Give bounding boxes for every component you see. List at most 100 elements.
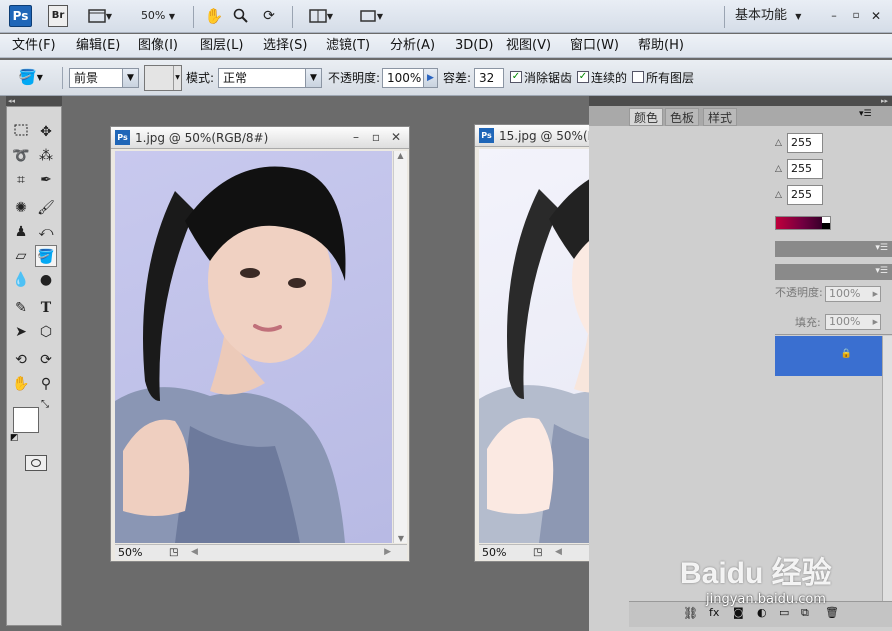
- lasso-tool-icon[interactable]: ➰: [10, 145, 32, 167]
- document-canvas[interactable]: [115, 151, 392, 543]
- scroll-left-icon[interactable]: ◀: [191, 545, 198, 560]
- layer-fill-input[interactable]: 100% ▶: [825, 314, 881, 330]
- menu-view[interactable]: 视图(V): [506, 37, 551, 55]
- zoom-tool-icon[interactable]: [230, 5, 252, 27]
- crop-tool-icon[interactable]: ⌗: [10, 169, 32, 191]
- healing-brush-tool-icon[interactable]: ✺: [10, 197, 32, 219]
- status-menu-icon[interactable]: ◳: [169, 545, 178, 560]
- shape-tool-icon[interactable]: ⬡: [35, 321, 57, 343]
- menu-image[interactable]: 图像(I): [138, 37, 178, 55]
- bridge-button[interactable]: Br: [48, 5, 68, 27]
- close-app-button[interactable]: ✕: [868, 5, 884, 27]
- menu-analysis[interactable]: 分析(A): [390, 37, 435, 55]
- eyedropper-tool-icon[interactable]: ✒: [35, 169, 57, 191]
- maximize-icon[interactable]: ▫: [369, 131, 383, 145]
- layer-style-icon[interactable]: fx: [709, 606, 719, 619]
- screen-mode-button[interactable]: ▼: [352, 5, 390, 27]
- menu-filter[interactable]: 滤镜(T): [326, 37, 370, 55]
- red-value-input[interactable]: 255: [787, 133, 823, 153]
- path-selection-tool-icon[interactable]: ➤: [10, 321, 32, 343]
- scroll-down-icon[interactable]: ▼: [394, 534, 408, 543]
- color-ramp[interactable]: [775, 216, 831, 230]
- marquee-tool-icon[interactable]: [10, 121, 32, 143]
- portrait-photo: [115, 166, 346, 543]
- zoom-level-dropdown[interactable]: 50% ▼: [132, 5, 184, 27]
- delete-layer-icon[interactable]: 🗑: [825, 606, 839, 619]
- rotate-view-icon[interactable]: ⟳: [258, 5, 280, 27]
- minimize-icon[interactable]: –: [349, 131, 363, 145]
- swap-colors-icon[interactable]: ⤡: [41, 399, 49, 410]
- panel-menu-icon[interactable]: ▾☰: [875, 266, 888, 276]
- panel-collapse[interactable]: ▸▸: [589, 96, 892, 106]
- type-tool-icon[interactable]: T: [35, 297, 57, 319]
- menu-help[interactable]: 帮助(H): [638, 37, 684, 55]
- status-menu-icon[interactable]: ◳: [533, 545, 542, 560]
- foreground-color-swatch[interactable]: [13, 407, 39, 433]
- blur-tool-icon[interactable]: 💧: [10, 269, 32, 291]
- tab-swatches[interactable]: 色板: [665, 108, 700, 126]
- scroll-right-icon[interactable]: ▶: [384, 545, 391, 560]
- menu-window[interactable]: 窗口(W): [570, 37, 619, 55]
- hand-tool-icon[interactable]: ✋: [203, 5, 225, 27]
- dodge-tool-icon[interactable]: ●: [35, 269, 57, 291]
- contiguous-checkbox[interactable]: ✓: [577, 71, 589, 83]
- tolerance-input[interactable]: 32: [474, 68, 504, 88]
- magic-wand-tool-icon[interactable]: ⁂: [35, 145, 57, 167]
- menu-select[interactable]: 选择(S): [263, 37, 307, 55]
- default-colors-icon[interactable]: ◩: [10, 433, 19, 443]
- menu-file[interactable]: 文件(F): [12, 37, 56, 55]
- new-layer-icon[interactable]: ⧉: [801, 606, 809, 620]
- pen-tool-icon[interactable]: ✎: [10, 297, 32, 319]
- layer-opacity-input[interactable]: 100% ▶: [825, 286, 881, 302]
- antialias-checkbox[interactable]: ✓: [510, 71, 522, 83]
- scroll-up-icon[interactable]: ▲: [394, 151, 407, 160]
- panel-menu-icon[interactable]: ▾☰: [875, 243, 888, 253]
- tab-styles[interactable]: 样式: [703, 108, 738, 126]
- tab-color[interactable]: 颜色: [629, 108, 664, 126]
- 3d-rotate-tool-icon[interactable]: ⟲: [10, 349, 32, 371]
- slider-arrow-icon[interactable]: ▶: [423, 69, 437, 87]
- tools-panel-collapse[interactable]: ◂◂: [6, 96, 62, 106]
- opacity-input[interactable]: 100% ▶: [382, 68, 438, 88]
- scroll-left-icon[interactable]: ◀: [555, 545, 562, 560]
- menu-layer[interactable]: 图层(L): [200, 37, 243, 55]
- maximize-app-button[interactable]: ▫: [848, 5, 864, 27]
- green-value-input[interactable]: 255: [787, 159, 823, 179]
- status-zoom[interactable]: 50%: [479, 546, 506, 559]
- move-tool-icon[interactable]: ✥: [35, 121, 57, 143]
- eraser-tool-icon[interactable]: ▱: [10, 245, 32, 267]
- document-window-1[interactable]: Ps 1.jpg @ 50%(RGB/8#) – ▫ ✕ ▲ ▼ 50% ◳ ◀…: [110, 126, 410, 562]
- paint-bucket-tool-icon[interactable]: 🪣: [35, 245, 57, 267]
- zoom-tool-icon[interactable]: ⚲: [35, 373, 57, 395]
- brush-tool-icon[interactable]: 🖌: [35, 197, 57, 219]
- blend-mode-select[interactable]: 正常 ▼: [218, 68, 322, 88]
- paint-bucket-preset-picker[interactable]: 🪣▼: [18, 68, 58, 88]
- status-zoom[interactable]: 50%: [115, 546, 142, 559]
- layers-scrollbar[interactable]: [882, 336, 892, 606]
- blue-value-input[interactable]: 255: [787, 185, 823, 205]
- menu-edit[interactable]: 编辑(E): [76, 37, 120, 55]
- link-layers-icon[interactable]: ⛓: [683, 606, 698, 620]
- hand-tool-icon[interactable]: ✋: [10, 373, 32, 395]
- all-layers-checkbox[interactable]: [632, 71, 644, 83]
- fill-source-select[interactable]: 前景 ▼: [69, 68, 139, 88]
- pattern-picker[interactable]: ▼: [144, 65, 182, 91]
- workspace-switcher[interactable]: 基本功能 ▼: [734, 5, 816, 27]
- arrange-documents-button[interactable]: ▼: [302, 5, 340, 27]
- layer-mask-icon[interactable]: ◙: [733, 606, 744, 619]
- history-brush-tool-icon[interactable]: ⤺: [35, 221, 57, 243]
- status-bar: 50% ◳ ◀ ▶: [115, 544, 407, 560]
- menu-3d[interactable]: 3D(D): [455, 37, 493, 55]
- panel-menu-icon[interactable]: ▾☰: [859, 109, 872, 119]
- 3d-orbit-tool-icon[interactable]: ⟳: [35, 349, 57, 371]
- view-extras-button[interactable]: ▼: [82, 5, 118, 27]
- minimize-app-button[interactable]: –: [826, 5, 842, 27]
- new-group-icon[interactable]: ▭: [779, 606, 789, 619]
- close-icon[interactable]: ✕: [389, 131, 403, 145]
- vertical-scrollbar[interactable]: ▲ ▼: [393, 151, 407, 543]
- adjustment-layer-icon[interactable]: ◐: [757, 606, 767, 619]
- background-layer-row[interactable]: 🔒: [775, 336, 882, 376]
- document-title-bar[interactable]: Ps 1.jpg @ 50%(RGB/8#) – ▫ ✕: [111, 127, 409, 149]
- quick-mask-icon[interactable]: [25, 455, 47, 471]
- clone-stamp-tool-icon[interactable]: ♟: [10, 221, 32, 243]
